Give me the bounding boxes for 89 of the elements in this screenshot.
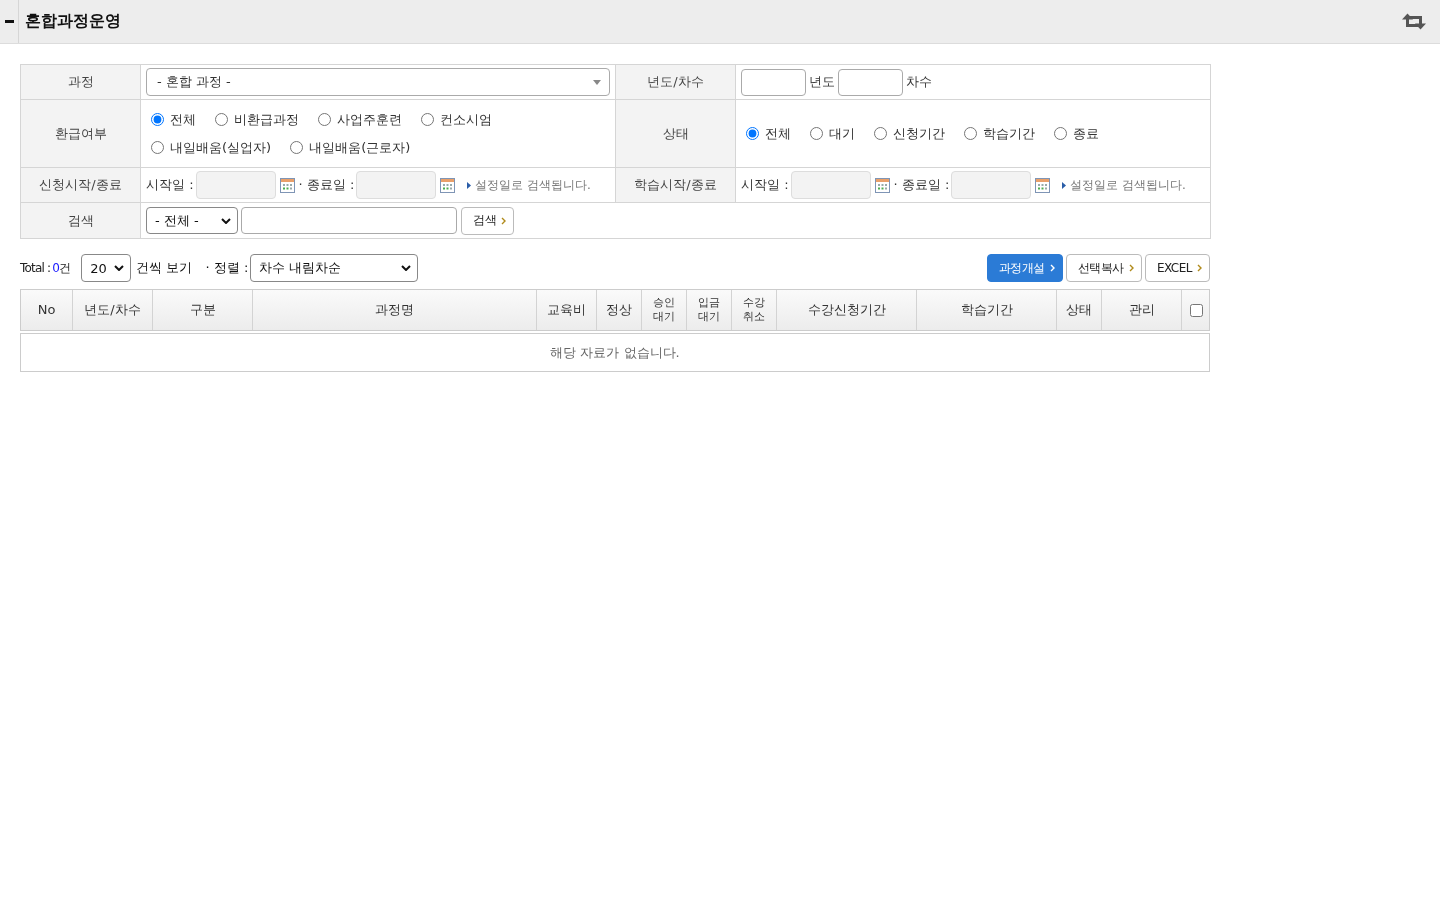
- page-size-select[interactable]: 20: [81, 254, 132, 282]
- radio-label: 비환급과정: [234, 110, 299, 129]
- start-date-label: 시작일 :: [146, 176, 194, 194]
- column-header: 구분: [152, 290, 252, 330]
- radio-button[interactable]: [964, 127, 977, 140]
- hint-text: 설정일로 검색됩니다.: [1070, 176, 1186, 194]
- column-header: 학습기간: [916, 290, 1056, 330]
- chevron-right-icon: [501, 216, 506, 225]
- total-count: 0: [52, 261, 60, 275]
- sort-label: · 정렬 :: [205, 259, 249, 277]
- field-label: 과정: [67, 74, 94, 89]
- start-date-input[interactable]: [195, 171, 276, 199]
- column-header: 교육비: [536, 290, 596, 330]
- radio-label: 신청기간: [893, 124, 945, 143]
- start-date-input[interactable]: [790, 171, 871, 199]
- round-input[interactable]: [838, 68, 903, 96]
- minus-icon[interactable]: [4, 20, 14, 23]
- end-date-label: · 종료일 :: [893, 176, 950, 194]
- triangle-bullet-icon: [1062, 181, 1067, 189]
- radio-button[interactable]: [746, 127, 759, 140]
- page-size-label: 건씩 보기: [136, 259, 193, 277]
- year-input[interactable]: [741, 68, 806, 96]
- course-select[interactable]: - 혼합 과정 -: [146, 68, 610, 96]
- radio-button[interactable]: [215, 113, 228, 126]
- action-button[interactable]: 과정개설: [986, 254, 1063, 282]
- column-header: 년도/차수: [72, 290, 152, 330]
- radio-button[interactable]: [421, 113, 434, 126]
- search-button[interactable]: 검색: [461, 206, 514, 235]
- radio-label: 학습기간: [983, 124, 1035, 143]
- chevron-right-icon: [1049, 264, 1055, 272]
- calendar-icon[interactable]: [1035, 177, 1051, 193]
- end-date-label: · 종료일 :: [298, 176, 355, 194]
- chevron-down-icon: [221, 217, 231, 224]
- field-label: 년도/차수: [647, 74, 704, 89]
- total-unit: 건: [59, 259, 71, 277]
- column-header: 승인 대기: [641, 290, 686, 330]
- chevron-right-icon: [1128, 264, 1134, 272]
- column-header: 정상: [596, 290, 641, 330]
- column-header: 수강신청기간: [776, 290, 916, 330]
- column-header: 관리: [1101, 290, 1181, 330]
- chevron-right-icon: [1197, 264, 1202, 272]
- start-date-label: 시작일 :: [741, 176, 789, 194]
- column-header: No: [36, 301, 57, 319]
- action-button[interactable]: EXCEL: [1144, 254, 1210, 282]
- page-title: 혼합과정운영: [25, 11, 121, 32]
- caret-icon: [593, 79, 601, 85]
- search-scope-select[interactable]: - 전체 -: [146, 207, 238, 234]
- radio-label: 내일배움(실업자): [170, 138, 272, 157]
- action-button[interactable]: 선택복사: [1065, 254, 1142, 282]
- radio-label: 대기: [829, 124, 855, 143]
- radio-label: 전체: [170, 110, 196, 129]
- calendar-icon[interactable]: [874, 177, 890, 193]
- radio-label: 사업주훈련: [337, 110, 402, 129]
- column-header: 입금 대기: [686, 290, 731, 330]
- field-label: 상태: [662, 125, 689, 141]
- radio-button[interactable]: [1054, 127, 1067, 140]
- end-date-input[interactable]: [951, 171, 1032, 199]
- radio-label: 전체: [765, 124, 791, 143]
- triangle-bullet-icon: [467, 181, 472, 189]
- column-header: 과정명: [252, 290, 536, 330]
- chevron-down-icon: [114, 265, 125, 271]
- field-label: 환급여부: [54, 125, 107, 141]
- keyword-input[interactable]: [241, 207, 457, 234]
- hint-text: 설정일로 검색됩니다.: [475, 176, 591, 194]
- calendar-icon[interactable]: [440, 177, 456, 193]
- total-label: Total :: [20, 261, 51, 275]
- radio-button[interactable]: [151, 113, 164, 126]
- empty-message: 해당 자료가 없습니다.: [550, 343, 680, 362]
- column-header: 수강 취소: [731, 290, 776, 330]
- radio-button[interactable]: [810, 127, 823, 140]
- field-label: 검색: [67, 212, 94, 228]
- field-label: 신청시작/종료: [39, 177, 122, 192]
- radio-button[interactable]: [318, 113, 331, 126]
- radio-label: 컨소시엄: [440, 110, 492, 129]
- chevron-down-icon: [401, 265, 412, 271]
- radio-label: 종료: [1073, 124, 1099, 143]
- calendar-icon[interactable]: [279, 177, 295, 193]
- round-unit-label: 차수: [906, 73, 932, 91]
- radio-label: 내일배움(근로자): [309, 138, 411, 157]
- end-date-input[interactable]: [356, 171, 437, 199]
- select-all-checkbox[interactable]: [1190, 303, 1203, 317]
- refresh-icon[interactable]: [1402, 13, 1426, 30]
- sort-select[interactable]: 차수 내림차순: [250, 254, 419, 282]
- radio-button[interactable]: [151, 141, 164, 154]
- column-header: 상태: [1056, 290, 1101, 330]
- year-unit-label: 년도: [809, 73, 835, 91]
- field-label: 학습시작/종료: [634, 177, 717, 192]
- radio-button[interactable]: [290, 141, 304, 154]
- radio-button[interactable]: [874, 127, 887, 140]
